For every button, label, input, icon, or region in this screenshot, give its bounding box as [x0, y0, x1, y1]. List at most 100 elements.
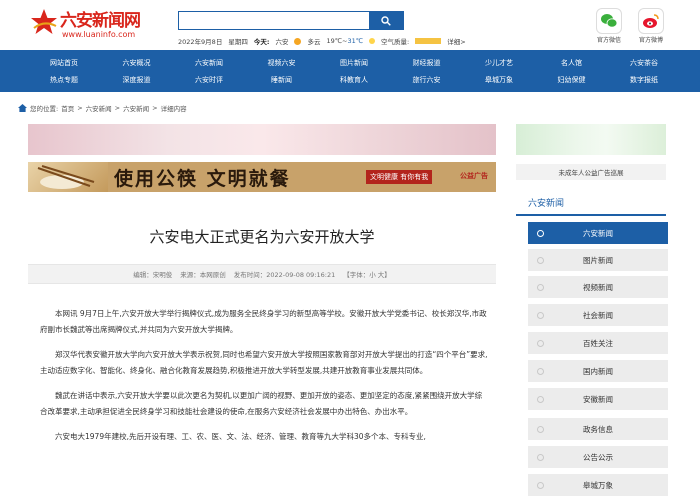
- nav-item[interactable]: 深度报道: [109, 75, 165, 89]
- nav-item[interactable]: 六安概况: [109, 58, 165, 72]
- sidebar-item-label: 视频新闻: [583, 282, 613, 292]
- date-weather-line: 2022年9月8日 星期四 今天: 六安 多云 19℃~31℃ 空气质量: 详细…: [178, 36, 466, 46]
- home-icon: [18, 104, 27, 112]
- breadcrumb-sep: >: [152, 104, 158, 112]
- breadcrumb-prefix: 您的位置:: [30, 105, 59, 113]
- nav-item[interactable]: 财经报道: [399, 58, 455, 72]
- wechat-label: 官方微信: [596, 37, 621, 44]
- nav-item[interactable]: 热点专题: [36, 75, 92, 89]
- sidebar-item-label: 图片新闻: [583, 255, 613, 265]
- city-text: 六安: [275, 38, 289, 46]
- chopsticks-image: [28, 162, 108, 192]
- date-text: 2022年9月8日: [178, 38, 223, 46]
- sidebar-item-gov-info[interactable]: 政务信息: [528, 418, 668, 441]
- sidebar-item-domestic-news[interactable]: 国内新闻: [528, 360, 668, 383]
- sidebar-item-label: 政务信息: [583, 424, 613, 434]
- breadcrumb-sep: >: [77, 104, 83, 112]
- main-nav: 网站首页 六安概况 六安新闻 视频六安 图片新闻 财经报道 少儿才艺 名人馆 六…: [0, 50, 700, 92]
- circle-icon: [537, 368, 544, 375]
- banner-tag: 文明健康 有你有我: [366, 170, 433, 184]
- sidebar-ad-caption[interactable]: 未成年人公益广告巡展: [516, 164, 666, 180]
- sidebar-item-public-focus[interactable]: 百姓关注: [528, 332, 668, 355]
- sidebar-item-video-news[interactable]: 视频新闻: [528, 276, 668, 299]
- site-header: 六安新闻网 www.luaninfo.com 2022年9月8日 星期四 今天:…: [0, 0, 700, 50]
- sidebar-item-society-news[interactable]: 社会新闻: [528, 304, 668, 327]
- breadcrumb-item[interactable]: 首页: [61, 103, 74, 113]
- nav-item[interactable]: 皋城万象: [471, 75, 527, 89]
- nav-item[interactable]: 数字报纸: [616, 75, 672, 89]
- detail-link[interactable]: 详细>: [447, 36, 465, 46]
- circle-icon: [537, 312, 544, 319]
- nav-row-1: 网站首页 六安概况 六安新闻 视频六安 图片新闻 财经报道 少儿才艺 名人馆 六…: [0, 58, 700, 72]
- weather-small-icon: [369, 38, 376, 44]
- nav-item[interactable]: 图片新闻: [326, 58, 382, 72]
- sidebar-item-label: 六安新闻: [583, 228, 613, 238]
- meta-editor: 编辑：宋明俊: [133, 271, 173, 279]
- weather-text: 多云: [307, 38, 321, 46]
- nav-row-2: 热点专题 深度报道 六安时评 睡新闻 科教育人 旅行六安 皋城万象 妇幼保健 数…: [0, 75, 700, 89]
- article-paragraph: 郑汉华代表安徽开放大学向六安开放大学表示祝贺,同时也希望六安开放大学按照国家教育…: [40, 350, 488, 375]
- nav-item[interactable]: 旅行六安: [399, 75, 455, 89]
- top-ad-banner[interactable]: [28, 124, 496, 155]
- nav-item[interactable]: 少儿才艺: [471, 58, 527, 72]
- sidebar-ad-banner[interactable]: [516, 124, 666, 155]
- sidebar-item-label: 国内新闻: [583, 366, 613, 376]
- sidebar-item-gaocheng[interactable]: 皋城万象: [528, 474, 668, 497]
- arrow-circle-icon: [537, 230, 544, 237]
- sidebar-item-label: 安徽新闻: [583, 394, 613, 404]
- nav-item[interactable]: 网站首页: [36, 58, 92, 72]
- nav-item[interactable]: 睡新闻: [254, 75, 310, 89]
- wechat-link[interactable]: 官方微信: [592, 8, 626, 44]
- sidebar-section-title: 六安新闻: [516, 194, 666, 216]
- sidebar-item-label: 社会新闻: [583, 310, 613, 320]
- meta-time: 发布时间：2022-09-08 09:16:21: [233, 271, 336, 279]
- air-quality-bar: [415, 38, 442, 44]
- breadcrumb: 您的位置: 首页 > 六安新闻 > 六安新闻 > 详细内容: [18, 103, 187, 113]
- sidebar-item-label: 公告公示: [583, 452, 613, 462]
- breadcrumb-sep: >: [114, 104, 121, 112]
- article-body: 本网讯 9月7日上午,六安开放大学举行揭牌仪式,成为服务全民终身学习的新型高等学…: [40, 306, 488, 454]
- article-title: 六安电大正式更名为六安开放大学: [149, 228, 375, 246]
- meta-source: 来源：本网原创: [180, 271, 226, 279]
- site-logo[interactable]: 六安新闻网 www.luaninfo.com: [30, 6, 150, 44]
- search-button[interactable]: [369, 12, 403, 29]
- nav-item[interactable]: 六安茶谷: [616, 58, 672, 72]
- banner-title: 使用公筷 文明就餐: [114, 168, 291, 190]
- sidebar-item-photo-news[interactable]: 图片新闻: [528, 249, 668, 272]
- nav-item[interactable]: 科教育人: [326, 75, 382, 89]
- star-logo-icon: [31, 9, 57, 34]
- circle-icon: [537, 426, 544, 433]
- font-size-toggle[interactable]: 【字体：小 大】: [343, 269, 391, 279]
- nav-item[interactable]: 视频六安: [254, 58, 310, 72]
- air-quality-label: 空气质量:: [381, 38, 410, 46]
- breadcrumb-item[interactable]: 六安新闻: [86, 103, 112, 113]
- weibo-link[interactable]: 官方微博: [634, 8, 668, 44]
- weekday-text: 星期四: [228, 38, 248, 46]
- nav-item[interactable]: 妇幼保健: [544, 75, 600, 89]
- logo-text: 六安新闻网: [60, 11, 141, 31]
- sidebar-item-notices[interactable]: 公告公示: [528, 446, 668, 469]
- sidebar-item-label: 百姓关注: [583, 338, 613, 348]
- circle-icon: [537, 454, 544, 461]
- search-icon: [381, 15, 391, 26]
- breadcrumb-item: 详细内容: [160, 105, 187, 113]
- circle-icon: [537, 284, 544, 291]
- sidebar-item-liuan-news[interactable]: 六安新闻: [528, 222, 668, 245]
- weibo-icon: [638, 8, 664, 34]
- today-label: 今天:: [253, 38, 270, 46]
- nav-item[interactable]: 六安时评: [181, 75, 237, 89]
- circle-icon: [537, 257, 544, 264]
- banner-publisher: 公益广告: [460, 172, 488, 180]
- article-paragraph: 魏武在讲话中表示,六安开放大学要以此次更名为契机,以更加广阔的视野、更加开放的姿…: [40, 391, 483, 416]
- temp-high: 31℃: [347, 37, 364, 45]
- circle-icon: [537, 482, 544, 489]
- article-paragraph: 本网讯 9月7日上午,六安开放大学举行揭牌仪式,成为服务全民终身学习的新型高等学…: [40, 309, 487, 334]
- nav-item[interactable]: 名人馆: [544, 58, 600, 72]
- circle-icon: [537, 340, 544, 347]
- circle-icon: [537, 396, 544, 403]
- breadcrumb-item[interactable]: 六安新闻: [123, 103, 149, 113]
- sidebar-item-anhui-news[interactable]: 安徽新闻: [528, 388, 668, 411]
- nav-item[interactable]: 六安新闻: [181, 58, 237, 72]
- search-input[interactable]: [179, 12, 369, 29]
- civility-ad-banner[interactable]: 使用公筷 文明就餐 文明健康 有你有我 公益广告: [28, 162, 496, 192]
